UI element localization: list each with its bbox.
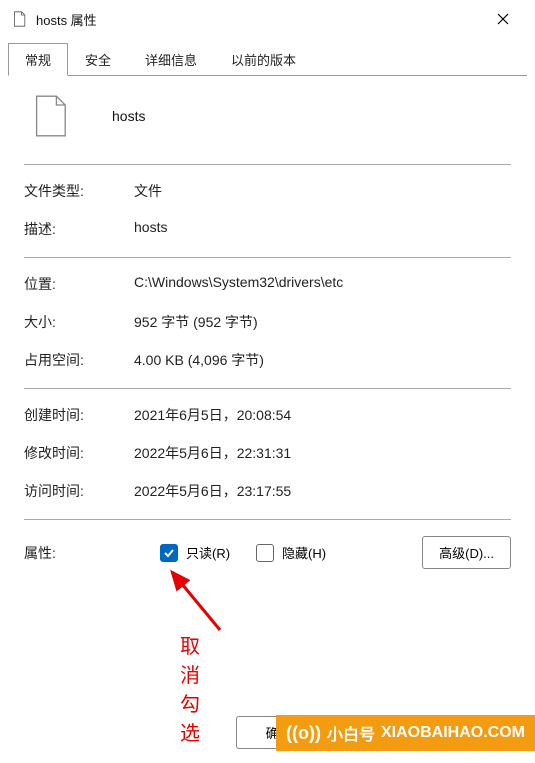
modified-label: 修改时间: [24,443,134,463]
separator [24,257,511,258]
close-button[interactable] [481,4,525,34]
size-value: 952 字节 (952 字节) [134,312,511,332]
filename-input[interactable] [112,104,511,128]
check-icon [163,547,175,559]
file-type-icon [24,94,80,138]
created-label: 创建时间: [24,405,134,425]
hidden-checkbox-wrap[interactable]: 隐藏(H) [256,543,326,562]
attributes-label: 属性: [24,543,134,563]
readonly-checkbox-wrap[interactable]: 只读(R) [160,543,230,562]
cancel-button[interactable]: 取消 [330,716,416,749]
general-panel: 文件类型: 文件 描述: hosts 位置: C:\Windows\System… [0,76,535,595]
advanced-button[interactable]: 高级(D)... [422,536,511,569]
file-icon [12,11,28,27]
accessed-value: 2022年5月6日，23:17:55 [134,481,511,501]
tab-general[interactable]: 常规 [8,43,68,76]
hidden-checkbox[interactable] [256,544,274,562]
filetype-label: 文件类型: [24,181,134,201]
separator [24,164,511,165]
created-value: 2021年6月5日，20:08:54 [134,405,511,425]
location-value: C:\Windows\System32\drivers\etc [134,274,511,294]
accessed-label: 访问时间: [24,481,134,501]
separator [24,388,511,389]
apply-button[interactable]: 应用(A) [424,716,521,749]
size-on-disk-label: 占用空间: [24,350,134,370]
readonly-checkbox[interactable] [160,544,178,562]
location-label: 位置: [24,274,134,294]
size-on-disk-value: 4.00 KB (4,096 字节) [134,350,511,370]
titlebar: hosts 属性 [0,0,535,38]
filetype-value: 文件 [134,181,511,201]
tab-previous-versions[interactable]: 以前的版本 [214,43,313,76]
description-value: hosts [134,219,511,239]
modified-value: 2022年5月6日，22:31:31 [134,443,511,463]
description-label: 描述: [24,219,134,239]
size-label: 大小: [24,312,134,332]
tab-details[interactable]: 详细信息 [128,43,214,76]
readonly-label: 只读(R) [186,543,230,562]
close-icon [497,13,509,25]
dialog-buttons: 确定 取消 应用(A) [0,716,535,749]
tab-bar: 常规 安全 详细信息 以前的版本 [8,42,527,76]
window-title: hosts 属性 [36,10,481,29]
separator [24,519,511,520]
hidden-label: 隐藏(H) [282,543,326,562]
tab-security[interactable]: 安全 [68,43,128,76]
ok-button[interactable]: 确定 [236,716,322,749]
filename-row [24,94,511,156]
